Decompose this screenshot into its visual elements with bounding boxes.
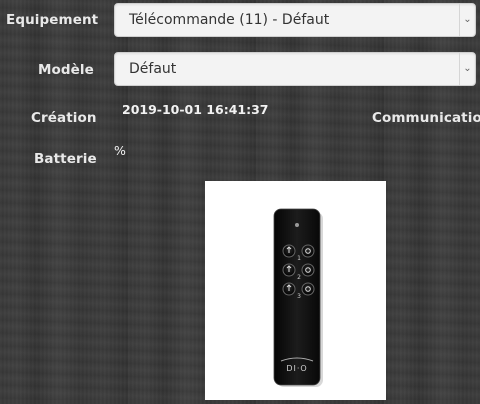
batterie-value: % [114, 143, 126, 158]
batterie-label: Batterie [34, 151, 97, 167]
creation-value: 2019-10-01 16:41:37 [122, 102, 269, 117]
chevron-down-icon[interactable]: ⌄ [459, 4, 475, 36]
modele-label: Modèle [38, 62, 94, 78]
communication-label: Communication [372, 110, 480, 126]
modele-select-value: Défaut [129, 61, 177, 77]
equipement-label: Equipement [6, 12, 99, 28]
brand-logo-text: DI·O [286, 364, 307, 373]
modele-select[interactable]: Défaut ⌄ [114, 52, 476, 86]
device-image: 1 2 3 DI·O [205, 181, 386, 400]
button-number-1: 1 [297, 255, 301, 262]
equipement-select[interactable]: Télécommande (11) - Défaut ⌄ [114, 3, 476, 37]
button-number-2: 2 [297, 274, 301, 281]
chevron-down-icon[interactable]: ⌄ [459, 53, 475, 85]
creation-label: Création [31, 110, 97, 126]
button-number-3: 3 [297, 293, 301, 300]
remote-control-illustration: 1 2 3 DI·O [273, 208, 323, 387]
equipement-select-value: Télécommande (11) - Défaut [129, 12, 330, 28]
